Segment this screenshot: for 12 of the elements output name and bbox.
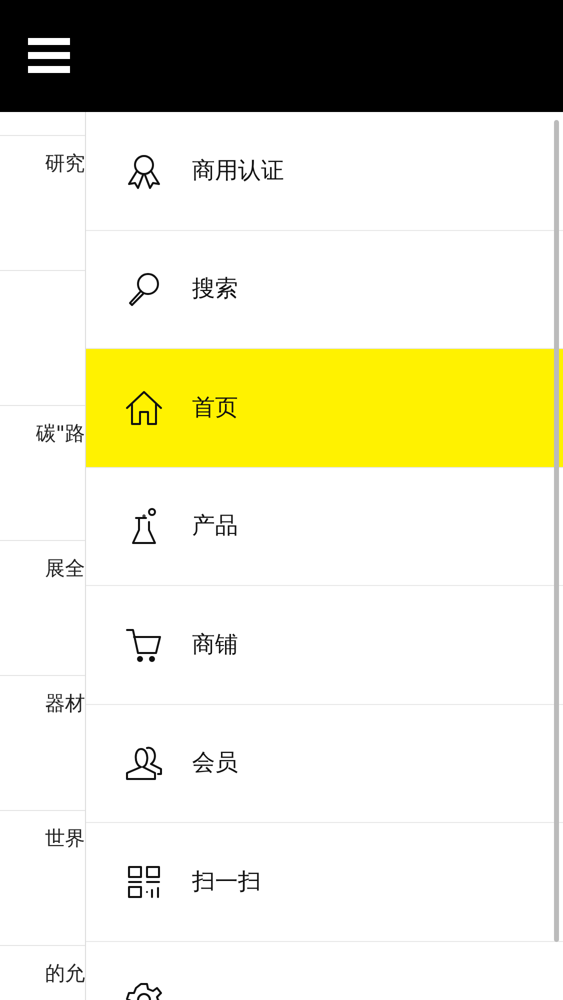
article-title: 世界 (45, 825, 85, 852)
article-title: 碳"路 (36, 420, 85, 447)
article-title: 器材 (45, 690, 85, 717)
scrollbar[interactable] (554, 120, 559, 942)
menu-item[interactable]: 搜索 (86, 230, 563, 349)
menu-item[interactable]: 产品 (86, 468, 563, 586)
menu-item[interactable]: 会员 (86, 704, 563, 823)
article-title: 展全 (45, 555, 85, 582)
article-title: 的允 (45, 960, 85, 987)
menu-item[interactable]: 首页 (86, 349, 563, 468)
article-title: 研究 (45, 150, 85, 177)
menu-icon[interactable] (28, 38, 70, 74)
